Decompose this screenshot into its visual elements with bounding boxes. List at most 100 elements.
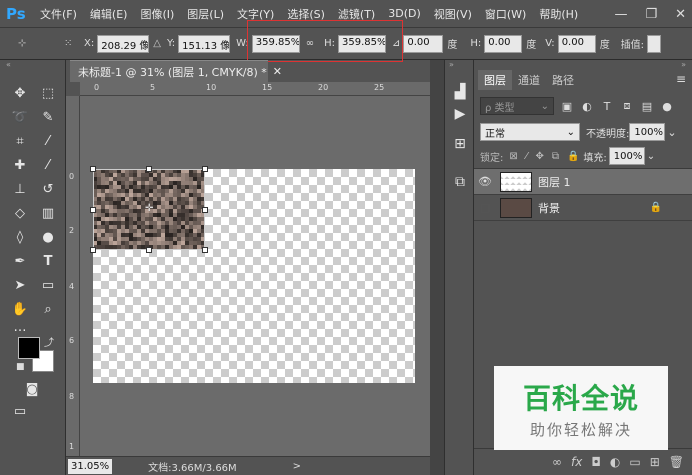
visibility-toggle[interactable]: □ (474, 201, 496, 214)
menu-window[interactable]: 窗口(W) (485, 6, 526, 22)
lock-image-icon[interactable]: ⁄ (526, 151, 528, 162)
lock-transparent-icon[interactable]: ⊠ (509, 151, 517, 162)
lock-all-icon[interactable]: 🔒 (567, 151, 579, 162)
fill-field[interactable]: 100% (608, 147, 645, 165)
blur-tool-icon[interactable]: ◊ (8, 226, 32, 248)
transform-handle[interactable] (90, 207, 96, 213)
menu-help[interactable]: 帮助(H) (539, 6, 578, 22)
default-colors-icon[interactable]: ■ (16, 362, 25, 372)
blend-mode-select[interactable]: 正常 ⌄ (480, 123, 580, 141)
ruler-top[interactable]: 0 5 10 15 20 25 (80, 82, 430, 96)
eyedropper-icon[interactable]: ⁄ (36, 130, 60, 152)
layer-thumbnail[interactable] (500, 171, 532, 192)
menu-layer[interactable]: 图层(L) (187, 6, 224, 22)
menu-type[interactable]: 文字(Y) (237, 6, 274, 22)
transform-handle[interactable] (202, 247, 208, 253)
filter-pixel-icon[interactable]: ▣ (560, 100, 574, 113)
menu-file[interactable]: 文件(F) (40, 6, 77, 22)
panel-menu-icon[interactable]: ≡ (676, 72, 686, 86)
w-field[interactable]: 359.85% (251, 34, 300, 53)
lock-position-icon[interactable]: ✥ (535, 151, 543, 162)
chevron-down-icon[interactable]: ⌄ (647, 151, 655, 162)
eye-icon[interactable]: 👁 (474, 175, 496, 188)
transform-handle[interactable] (90, 166, 96, 172)
hskew-field[interactable]: 0.00 (484, 34, 523, 53)
menu-view[interactable]: 视图(V) (434, 6, 472, 22)
shape-tool-icon[interactable]: ▭ (36, 274, 60, 296)
restore-button[interactable]: ❐ (645, 7, 657, 22)
chevron-down-icon[interactable]: ⌄ (667, 126, 676, 139)
menu-select[interactable]: 选择(S) (287, 6, 325, 22)
path-select-icon[interactable]: ➤ (8, 274, 32, 296)
foreground-color-swatch[interactable] (18, 337, 40, 359)
actions-play-icon[interactable]: ▶ (450, 104, 470, 124)
crop-tool-icon[interactable]: ⌗ (8, 130, 32, 152)
layer-name[interactable]: 背景 (538, 200, 560, 216)
angle-field[interactable]: 0.00 (403, 34, 444, 53)
healing-brush-icon[interactable]: ✚ (8, 154, 32, 176)
menu-edit[interactable]: 编辑(E) (90, 6, 128, 22)
reference-point-icon[interactable]: ⁙ (64, 38, 80, 49)
type-tool-icon[interactable]: T (36, 250, 60, 272)
filter-toggle-icon[interactable]: ● (660, 100, 674, 113)
adjustments-icon[interactable]: ⊞ (450, 134, 470, 154)
panel-dock-divider[interactable] (430, 60, 444, 475)
fx-icon[interactable]: fx (571, 455, 582, 469)
strip-collapse-icon[interactable]: » (449, 60, 454, 69)
h-field[interactable]: 359.85% (338, 34, 386, 53)
stamp-tool-icon[interactable]: ⊥ (8, 178, 32, 200)
transform-handle[interactable] (202, 207, 208, 213)
move-tool-icon[interactable]: ✥ (8, 82, 32, 104)
gradient-tool-icon[interactable]: ▥ (36, 202, 60, 224)
add-mask-icon[interactable]: ◘ (591, 455, 601, 469)
new-layer-icon[interactable]: ⊞ (650, 455, 660, 469)
opacity-field[interactable]: 100% (629, 123, 666, 141)
filter-adjustment-icon[interactable]: ◐ (580, 100, 594, 113)
menu-image[interactable]: 图像(I) (140, 6, 174, 22)
screen-mode-icon[interactable]: ▭ (8, 400, 32, 422)
close-button[interactable]: ✕ (675, 7, 686, 22)
filter-type-icon[interactable]: T (600, 100, 614, 113)
transform-handle[interactable] (90, 247, 96, 253)
transform-handle[interactable] (202, 166, 208, 172)
y-field[interactable]: 151.13 像 (178, 34, 231, 53)
marquee-tool-icon[interactable]: ⬚ (36, 82, 60, 104)
menu-3d[interactable]: 3D(D) (388, 7, 421, 20)
eraser-tool-icon[interactable]: ◇ (8, 202, 32, 224)
toolbar-collapse-icon[interactable]: « (6, 60, 11, 69)
layer-thumbnail[interactable] (500, 197, 532, 218)
dodge-tool-icon[interactable]: ● (36, 226, 60, 248)
panel-collapse-icon[interactable]: » (681, 60, 686, 69)
trash-icon[interactable]: 🗑 (669, 455, 684, 469)
menu-filter[interactable]: 滤镜(T) (338, 6, 375, 22)
delta-icon[interactable]: △ (153, 38, 161, 49)
filter-shape-icon[interactable]: ⧈ (620, 99, 634, 113)
status-menu-arrow[interactable]: > (293, 461, 301, 472)
transform-handle[interactable] (146, 247, 152, 253)
swap-colors-icon[interactable]: ⤴ (44, 334, 54, 349)
zoom-level-field[interactable]: 31.05% (68, 458, 113, 474)
vskew-field[interactable]: 0.00 (557, 34, 596, 53)
x-field[interactable]: 208.29 像 (97, 34, 150, 53)
layer-row[interactable]: 👁 图层 1 (474, 169, 692, 195)
transform-center-icon[interactable]: ✛ (145, 203, 153, 214)
properties-icon[interactable]: ⧉ (450, 172, 470, 192)
tab-channels[interactable]: 通道 (512, 70, 546, 90)
transform-handle[interactable] (146, 166, 152, 172)
layer-row[interactable]: □ 背景 🔒 (474, 195, 692, 221)
brush-tool-icon[interactable]: ⁄ (36, 154, 60, 176)
lock-artboard-icon[interactable]: ⧉ (552, 151, 559, 162)
more-tools-icon[interactable]: … (8, 316, 32, 338)
quick-select-icon[interactable]: ✎ (36, 106, 60, 128)
zoom-tool-icon[interactable]: ⌕ (36, 298, 60, 320)
tab-layers[interactable]: 图层 (478, 70, 512, 90)
filter-type-select[interactable]: ρ 类型 ⌄ (480, 97, 554, 115)
link-icon[interactable]: ∞ (306, 38, 314, 49)
histogram-icon[interactable]: ▟ (450, 82, 470, 102)
pen-tool-icon[interactable]: ✒ (8, 250, 32, 272)
interp-select[interactable] (647, 34, 662, 53)
tab-paths[interactable]: 路径 (546, 70, 580, 90)
tab-close-icon[interactable]: ✕ (273, 65, 282, 78)
minimize-button[interactable]: — (614, 7, 627, 22)
link-layers-icon[interactable]: ∞ (552, 455, 562, 469)
